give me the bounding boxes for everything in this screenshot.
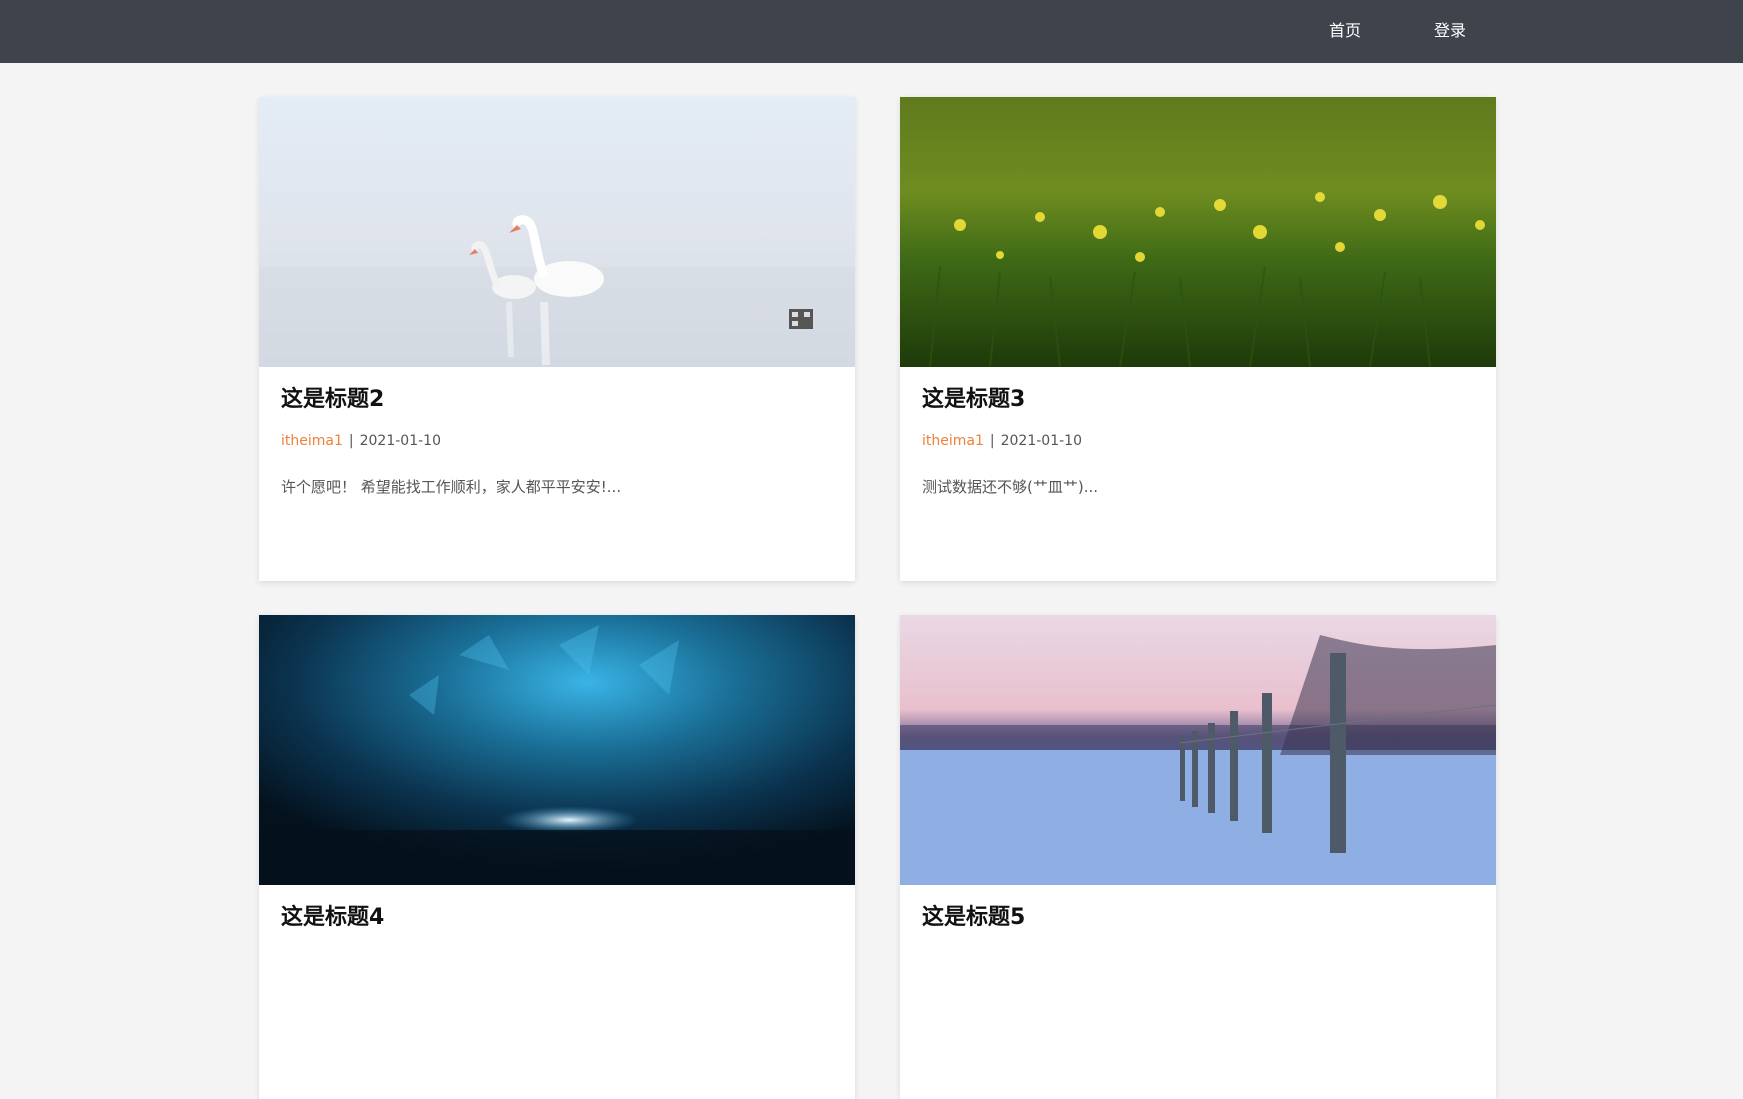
meta-separator: | xyxy=(989,433,995,449)
post-card-body: 这是标题4 xyxy=(259,885,855,1099)
post-title[interactable]: 这是标题4 xyxy=(281,905,384,931)
post-date: 2021-01-10 xyxy=(359,433,441,449)
post-meta xyxy=(922,950,934,968)
post-meta: itheima1 | 2021-01-10 xyxy=(922,432,1082,450)
post-card-body: 这是标题5 xyxy=(900,885,1496,1099)
post-author[interactable]: itheima1 xyxy=(281,433,343,449)
post-meta xyxy=(281,950,293,968)
post-card[interactable]: 这是标题5 xyxy=(900,615,1496,1099)
meta-separator: | xyxy=(348,433,354,449)
post-cover-image-grass[interactable] xyxy=(900,97,1496,367)
post-cover-image-ice-cave[interactable] xyxy=(259,615,855,885)
post-author[interactable]: itheima1 xyxy=(922,433,984,449)
post-title[interactable]: 这是标题2 xyxy=(281,387,384,413)
post-excerpt: 许个愿吧！ 希望能找工作顺利，家人都平平安安!... xyxy=(281,478,622,496)
post-title[interactable]: 这是标题3 xyxy=(922,387,1025,413)
post-cover-image-swans[interactable] xyxy=(259,97,855,367)
post-cover-image-snow-fence[interactable] xyxy=(900,615,1496,885)
nav-login-link[interactable]: 登录 xyxy=(1434,21,1466,41)
post-card[interactable]: 这是标题4 xyxy=(259,615,855,1099)
nav-home-link[interactable]: 首页 xyxy=(1329,21,1361,41)
top-navbar: 首页 登录 xyxy=(0,0,1743,63)
post-card-body: 这是标题3 itheima1 | 2021-01-10 测试数据还不够(艹皿艹)..… xyxy=(900,367,1496,581)
post-date: 2021-01-10 xyxy=(1000,433,1082,449)
post-card[interactable]: 这是标题3 itheima1 | 2021-01-10 测试数据还不够(艹皿艹)..… xyxy=(900,97,1496,581)
post-title[interactable]: 这是标题5 xyxy=(922,905,1025,931)
post-excerpt: 测试数据还不够(艹皿艹)... xyxy=(922,478,1099,496)
post-meta: itheima1 | 2021-01-10 xyxy=(281,432,441,450)
post-card[interactable]: 这是标题2 itheima1 | 2021-01-10 许个愿吧！ 希望能找工作顺利… xyxy=(259,97,855,581)
post-card-body: 这是标题2 itheima1 | 2021-01-10 许个愿吧！ 希望能找工作顺利… xyxy=(259,367,855,581)
